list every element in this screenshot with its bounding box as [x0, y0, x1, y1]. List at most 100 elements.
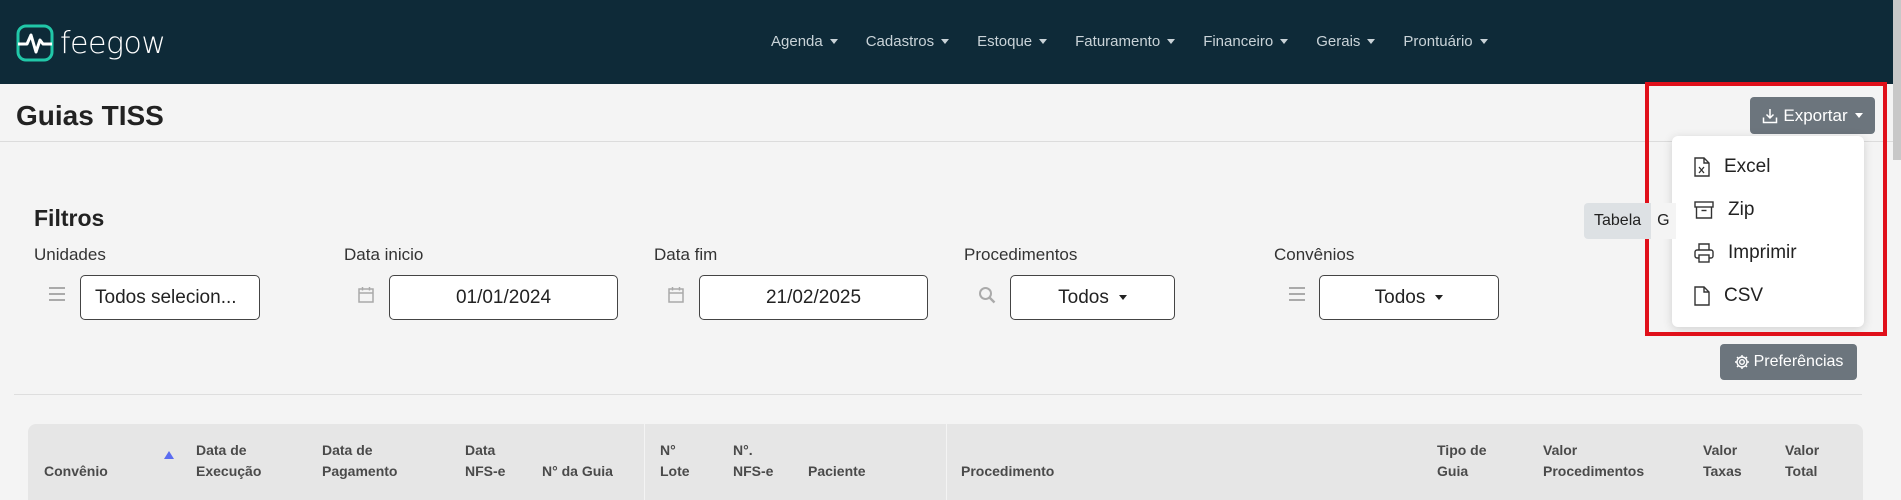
- preferences-label: Preferências: [1753, 353, 1844, 370]
- nav-estoque-label: Estoque: [977, 33, 1033, 50]
- column-header-text: N°: [660, 442, 676, 458]
- data-fim-value: 21/02/2025: [765, 286, 862, 308]
- preferences-button[interactable]: Preferências: [1720, 344, 1857, 380]
- search-icon: [979, 287, 996, 304]
- gear-icon: [1734, 355, 1749, 369]
- calendar-icon: [668, 287, 684, 303]
- nav-prontuario-label: Prontuário: [1403, 33, 1473, 50]
- column-header-text: N°.: [733, 442, 753, 458]
- column-header-data-pagamento[interactable]: Data de Pagamento: [322, 440, 397, 482]
- header-divider: [0, 141, 1901, 142]
- convenios-label: Convênios: [1274, 245, 1355, 264]
- tab-tabela-label: Tabela: [1594, 212, 1642, 229]
- nav-prontuario[interactable]: Prontuário: [1403, 33, 1488, 50]
- column-header-text: Tipo de: [1437, 442, 1487, 458]
- chevron-down-icon: [941, 39, 950, 44]
- list-icon: [1289, 287, 1305, 301]
- column-header-numero-lote[interactable]: N° Lote: [660, 440, 690, 482]
- column-header-text: Data de: [322, 442, 373, 458]
- filters-title: Filtros: [34, 205, 105, 231]
- convenios-select[interactable]: Todos: [1319, 275, 1499, 320]
- nav-agenda-label: Agenda: [771, 33, 823, 50]
- chevron-down-icon: [1167, 39, 1176, 44]
- list-icon: [49, 287, 65, 301]
- column-header-paciente[interactable]: Paciente: [808, 461, 866, 482]
- main-menu: Agenda Cadastros Estoque Faturamento Fin…: [771, 33, 1516, 50]
- column-header-valor-total[interactable]: Valor Total: [1785, 440, 1819, 482]
- nav-gerais[interactable]: Gerais: [1316, 33, 1376, 50]
- data-inicio-value: 01/01/2024: [455, 286, 552, 308]
- tab-tabela[interactable]: Tabela: [1584, 203, 1652, 239]
- convenios-value: Todos: [1374, 286, 1426, 308]
- column-header-text: Guia: [1437, 463, 1469, 479]
- nav-faturamento[interactable]: Faturamento: [1075, 33, 1176, 50]
- column-header-text: N° da Guia: [542, 463, 613, 479]
- column-header-text: Procedimento: [961, 463, 1055, 479]
- chevron-down-icon: [1479, 39, 1488, 44]
- column-header-valor-procedimentos[interactable]: Valor Procedimentos: [1543, 440, 1644, 482]
- column-header-convenio[interactable]: Convênio: [44, 461, 108, 482]
- chevron-down-icon: [1118, 295, 1127, 300]
- nav-financeiro-label: Financeiro: [1203, 33, 1274, 50]
- chevron-down-icon: [1280, 39, 1289, 44]
- column-header-text: Pagamento: [322, 463, 398, 479]
- tab-other-label: G: [1657, 212, 1670, 229]
- chevron-down-icon: [829, 39, 838, 44]
- calendar-icon: [358, 287, 374, 303]
- column-header-text: Total: [1785, 463, 1818, 479]
- column-separator: [644, 424, 645, 500]
- column-header-text: Paciente: [808, 463, 866, 479]
- column-header-text: Valor: [1785, 442, 1820, 458]
- nav-gerais-label: Gerais: [1316, 33, 1361, 50]
- column-header-tipo-guia[interactable]: Tipo de Guia: [1437, 440, 1487, 482]
- filters-divider: [14, 394, 1862, 395]
- procedimentos-value: Todos: [1058, 286, 1109, 308]
- column-header-procedimento[interactable]: Procedimento: [961, 461, 1054, 482]
- column-header-text: Taxas: [1703, 463, 1742, 479]
- column-header-text: Lote: [660, 463, 690, 479]
- column-header-text: Procedimentos: [1543, 463, 1645, 479]
- data-inicio-label: Data inicio: [344, 245, 424, 264]
- view-toggle: Tabela G: [1584, 203, 1676, 239]
- column-header-text: Valor: [1543, 442, 1578, 458]
- column-header-text: Execução: [196, 463, 262, 479]
- feegow-logo[interactable]: feegow: [16, 24, 166, 62]
- highlight-box: [1645, 82, 1887, 336]
- nav-cadastros[interactable]: Cadastros: [865, 33, 950, 50]
- column-header-text: Data: [465, 442, 496, 458]
- nav-financeiro[interactable]: Financeiro: [1203, 33, 1289, 50]
- procedimentos-label: Procedimentos: [964, 245, 1078, 264]
- table-header: Convênio Data de Execução Data de Pagame…: [28, 424, 1863, 500]
- page-scrollbar[interactable]: [1893, 0, 1901, 160]
- page-title: Guias TISS: [16, 100, 164, 131]
- top-navbar: feegow Agenda Cadastros Estoque Faturame…: [0, 0, 1901, 84]
- column-header-numero-nfse[interactable]: N°. NFS-e: [733, 440, 773, 482]
- nav-cadastros-label: Cadastros: [865, 33, 935, 50]
- column-header-valor-taxas[interactable]: Valor Taxas: [1703, 440, 1742, 482]
- unidades-label: Unidades: [34, 245, 106, 264]
- column-header-text: Data de: [196, 442, 247, 458]
- unidades-select[interactable]: Todos selecion...: [80, 275, 260, 320]
- column-header-data-execucao[interactable]: Data de Execução: [196, 440, 261, 482]
- tab-other-view[interactable]: G: [1651, 203, 1676, 239]
- nav-agenda[interactable]: Agenda: [771, 33, 838, 50]
- column-header-text: Convênio: [44, 463, 108, 479]
- data-inicio-input[interactable]: 01/01/2024: [389, 275, 618, 320]
- column-header-text: NFS-e: [465, 463, 506, 479]
- column-header-data-nfse[interactable]: Data NFS-e: [465, 440, 505, 482]
- data-fim-input[interactable]: 21/02/2025: [699, 275, 928, 320]
- chevron-down-icon: [1435, 295, 1444, 300]
- chevron-down-icon: [1039, 39, 1048, 44]
- logo-pulse-icon: [16, 24, 54, 62]
- procedimentos-select[interactable]: Todos: [1010, 275, 1175, 320]
- column-separator: [946, 424, 947, 500]
- sort-asc-icon[interactable]: [164, 451, 174, 459]
- unidades-value: Todos selecion...: [95, 286, 237, 308]
- logo-text: feegow: [60, 25, 166, 61]
- column-header-text: Valor: [1703, 442, 1738, 458]
- nav-faturamento-label: Faturamento: [1075, 33, 1161, 50]
- data-fim-label: Data fim: [654, 245, 718, 264]
- column-header-numero-guia[interactable]: N° da Guia: [542, 461, 613, 482]
- nav-estoque[interactable]: Estoque: [977, 33, 1048, 50]
- column-header-text: NFS-e: [733, 463, 774, 479]
